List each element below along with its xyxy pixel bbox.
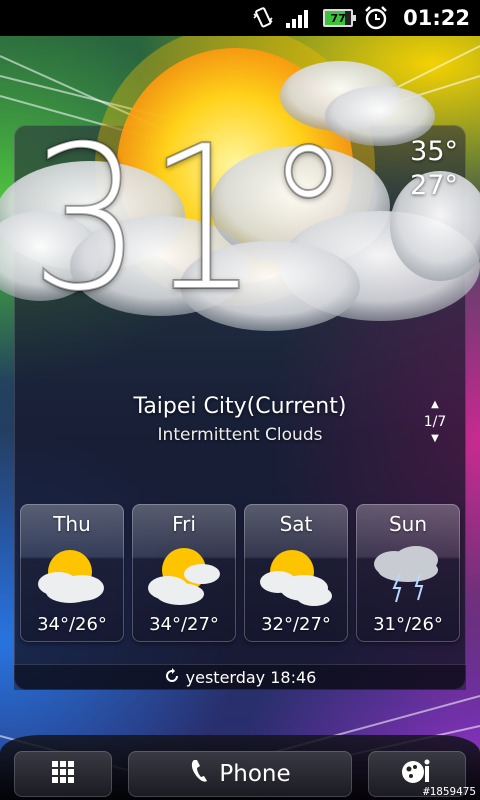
sun-cloud-icon — [148, 548, 220, 605]
pager-down-arrow-icon[interactable]: ▼ — [412, 432, 458, 446]
forecast-day: Thu — [53, 512, 91, 536]
bottom-dock: Phone #1859475 — [0, 735, 480, 800]
forecast-day: Sat — [279, 512, 313, 536]
watermark-id: #1859475 — [423, 785, 476, 798]
page-indicator: 1/7 — [423, 414, 447, 430]
phone-icon — [189, 758, 211, 790]
forecast-day: Sun — [388, 512, 428, 536]
forecast-temps: 34°/27° — [149, 614, 219, 635]
thunderstorm-icon — [374, 546, 438, 603]
all-apps-button[interactable] — [14, 751, 112, 797]
phone-label: Phone — [219, 761, 291, 787]
signal-icon — [285, 7, 313, 29]
forecast-temps: 31°/26° — [373, 614, 443, 635]
sun-cloud-icon — [260, 550, 332, 606]
status-clock: 01:22 — [403, 6, 470, 30]
phone-button[interactable]: Phone — [128, 751, 352, 797]
weather-condition: Intermittent Clouds — [157, 425, 323, 445]
high-low-temps: 35° 27° — [410, 135, 458, 203]
app-grid-icon — [51, 760, 75, 788]
forecast-day: Fri — [172, 512, 196, 536]
forecast-card-sun[interactable]: Sun 31°/26° — [356, 504, 460, 642]
forecast-temps: 34°/26° — [37, 614, 107, 635]
forecast-card-fri[interactable]: Fri 34°/27° — [132, 504, 236, 642]
vibrate-icon — [251, 6, 275, 30]
low-temp: 27° — [410, 170, 458, 201]
battery-icon: 77 — [323, 9, 357, 27]
pager-up-arrow-icon[interactable]: ▲ — [412, 398, 458, 412]
battery-level: 77 — [330, 11, 346, 25]
status-bar: 77 01:22 — [0, 0, 480, 36]
last-updated-text: yesterday 18:46 — [185, 668, 317, 687]
last-updated-bar[interactable]: yesterday 18:46 — [14, 664, 466, 690]
alarm-icon — [363, 5, 389, 31]
high-temp: 35° — [410, 136, 458, 167]
forecast-card-thu[interactable]: Thu 34°/26° — [20, 504, 124, 642]
forecast-card-sat[interactable]: Sat 32°/27° — [244, 504, 348, 642]
current-temperature: 31° — [29, 103, 358, 336]
city-pager: ▲ 1/7 ▼ — [412, 398, 458, 446]
refresh-icon — [164, 667, 180, 688]
location-name: Taipei City(Current) — [133, 394, 347, 419]
forecast-temps: 32°/27° — [261, 614, 331, 635]
sun-cloud-icon — [38, 550, 104, 603]
forecast-row: Thu 34°/26° Fri 34°/27° Sat 32°/27° Sun … — [20, 504, 460, 642]
